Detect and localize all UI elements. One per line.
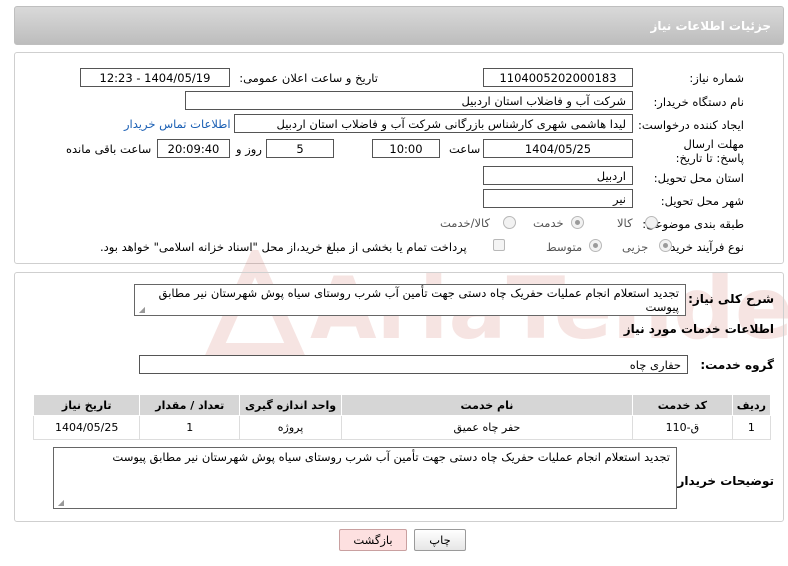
deadline-label: مهلت ارسال پاسخ: تا تاریخ:: [675, 137, 744, 165]
buyer-notes-label: توضیحات خریدار:: [672, 474, 774, 488]
col-date: تاریخ نیاز: [32, 394, 141, 416]
announce-label: تاریخ و ساعت اعلان عمومی:: [239, 71, 378, 85]
buyer-notes-text: تجدید استعلام انجام عملیات حفریک چاه دست…: [112, 450, 670, 464]
col-quantity: تعداد / مقدار: [139, 394, 241, 416]
resize-handle[interactable]: ◢: [56, 499, 64, 507]
province-label: استان محل تحویل:: [653, 171, 744, 185]
days-label: روز و: [236, 142, 262, 156]
page-title: جزئیات اطلاعات نیاز: [650, 19, 771, 33]
creator-label: ایجاد کننده درخواست:: [638, 118, 744, 132]
city-field: نیر: [483, 189, 633, 208]
cell-row: 1: [731, 415, 772, 440]
remaining-label: ساعت باقی مانده: [66, 142, 152, 156]
back-button[interactable]: بازگشت: [339, 529, 407, 551]
need-number-field: 1104005202000183: [483, 68, 633, 87]
deadline-date-field: 1404/05/25: [483, 139, 633, 158]
category-option-service: خدمت: [533, 216, 564, 230]
description-text: تجدید استعلام انجام عملیات حفریک چاه دست…: [158, 286, 679, 314]
description-label: شرح کلی نیاز:: [688, 292, 774, 306]
service-group-field: حفاری چاه: [139, 355, 688, 374]
creator-field: لیدا هاشمی شهری کارشناس بازرگانی شرکت آب…: [234, 114, 633, 133]
buyer-notes-field: تجدید استعلام انجام عملیات حفریک چاه دست…: [53, 447, 677, 509]
table-header-row: ردیف کد خدمت نام خدمت واحد اندازه گیری ت…: [32, 394, 772, 416]
table-row: 1 ق-110 حفر چاه عمیق پروژه 1 1404/05/25: [32, 415, 772, 440]
cell-quantity: 1: [139, 415, 241, 440]
category-option-goods-service: کالا/خدمت: [440, 216, 491, 230]
buyer-org-label: نام دستگاه خریدار:: [653, 95, 744, 109]
col-unit: واحد اندازه گیری: [239, 394, 342, 416]
col-row: ردیف: [731, 394, 772, 416]
cell-date: 1404/05/25: [32, 415, 141, 440]
deadline-time-field: 10:00: [372, 139, 440, 158]
remaining-time-field: 20:09:40: [157, 139, 230, 158]
print-button[interactable]: چاپ: [414, 529, 466, 551]
services-section-title: اطلاعات خدمات مورد نیاز: [623, 322, 774, 336]
category-radio-service[interactable]: [571, 216, 584, 229]
col-code: کد خدمت: [631, 394, 733, 416]
category-option-goods: کالا: [617, 216, 633, 230]
title-bar: جزئیات اطلاعات نیاز: [14, 6, 784, 45]
category-radio-goods-service[interactable]: [503, 216, 516, 229]
days-field: 5: [266, 139, 334, 158]
col-name: نام خدمت: [340, 394, 633, 416]
buyer-org-field: شرکت آب و فاضلاب استان اردبیل: [185, 91, 633, 110]
cell-name: حفر چاه عمیق: [340, 415, 633, 440]
announce-field: 1404/05/19 - 12:23: [80, 68, 230, 87]
buyer-contact-link[interactable]: اطلاعات تماس خریدار: [124, 117, 231, 131]
cell-code: ق-110: [631, 415, 733, 440]
description-field: تجدید استعلام انجام عملیات حفریک چاه دست…: [134, 284, 686, 316]
cell-unit: پروژه: [239, 415, 342, 440]
category-radio-goods[interactable]: [645, 216, 658, 229]
service-group-label: گروه خدمت:: [700, 358, 774, 372]
resize-handle[interactable]: ◢: [137, 306, 145, 314]
province-field: اردبیل: [483, 166, 633, 185]
city-label: شهر محل تحویل:: [660, 194, 744, 208]
time-label: ساعت: [449, 142, 481, 156]
services-table: ردیف کد خدمت نام خدمت واحد اندازه گیری ت…: [32, 394, 772, 440]
need-number-label: شماره نیاز:: [689, 71, 744, 85]
